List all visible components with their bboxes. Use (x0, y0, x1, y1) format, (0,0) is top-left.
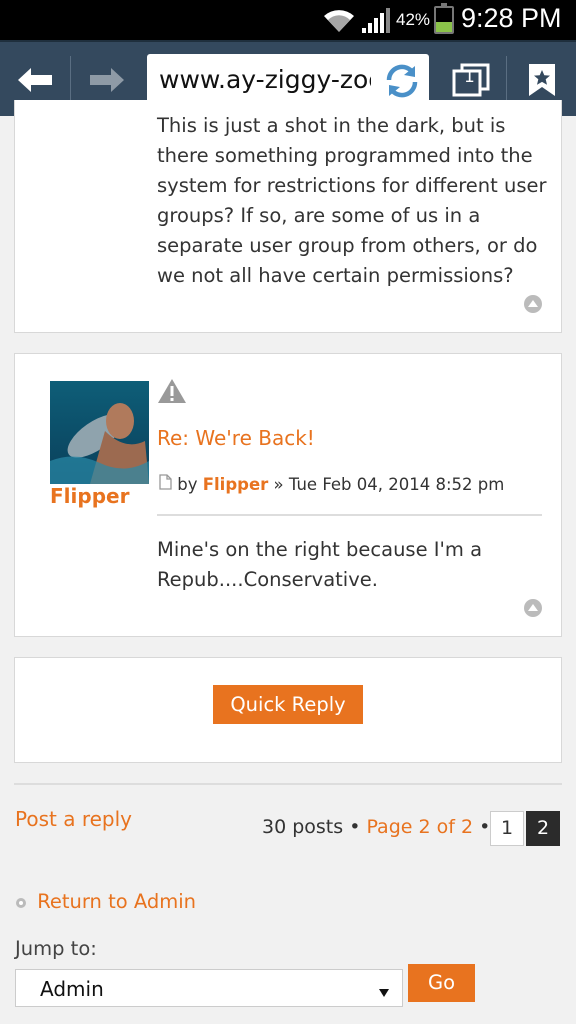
pagination-info: 30 posts • Page 2 of 2 • (262, 816, 490, 838)
clock: 9:28 PM (461, 3, 562, 33)
post-card: This is just a shot in the dark, but is … (14, 100, 562, 333)
wifi-icon (322, 6, 356, 38)
go-button[interactable]: Go (408, 964, 475, 1002)
back-to-top-icon[interactable] (523, 294, 543, 314)
post-title[interactable]: Re: We're Back! (157, 426, 315, 450)
status-bar: 42% 9:28 PM (0, 0, 576, 40)
return-to-admin-link[interactable]: Return to Admin (37, 890, 196, 913)
battery-icon (434, 3, 454, 34)
quick-reply-button[interactable]: Quick Reply (213, 685, 363, 724)
jump-to-label: Jump to: (15, 937, 97, 960)
post-author-link[interactable]: Flipper (203, 475, 269, 494)
tab-count: 1 (464, 67, 475, 87)
return-circle-icon (15, 891, 27, 914)
bullet: • (479, 816, 491, 838)
report-warning-icon[interactable] (157, 378, 187, 408)
bookmark-star-icon (529, 64, 555, 96)
return-link-row: Return to Admin (15, 890, 196, 914)
divider (14, 783, 562, 785)
post-by-label: by (177, 475, 198, 494)
post-meta: by Flipper » Tue Feb 04, 2014 8:52 pm (159, 474, 504, 494)
post-author[interactable]: Flipper (50, 484, 129, 508)
page-1-button[interactable]: 1 (490, 811, 524, 846)
post-reply-link[interactable]: Post a reply (15, 807, 132, 831)
posts-count: 30 posts • (262, 816, 361, 838)
post-content: Mine's on the right because I'm a Repub.… (157, 538, 483, 591)
divider (157, 514, 542, 516)
page-of-link[interactable]: Page 2 of 2 (366, 816, 473, 838)
post-date: » Tue Feb 04, 2014 8:52 pm (273, 475, 505, 494)
post-file-icon[interactable] (159, 474, 177, 494)
battery-percentage: 42% (396, 10, 431, 29)
page-2-current: 2 (526, 811, 560, 846)
quick-reply-panel: Quick Reply (14, 657, 562, 763)
back-to-top-icon[interactable] (523, 598, 543, 618)
forward-arrow-icon (90, 68, 124, 92)
back-arrow-icon (18, 68, 52, 92)
avatar[interactable] (50, 381, 149, 484)
signal-icon (360, 8, 392, 38)
jump-to-value: Admin (40, 977, 104, 1001)
jump-to-select[interactable]: Admin (15, 969, 403, 1007)
post-card: Flipper Re: We're Back! by Flipper » Tue… (14, 353, 562, 637)
url-text[interactable]: www.ay-ziggy-zoomba.com (159, 65, 371, 94)
dropdown-arrow-icon (378, 983, 390, 1002)
post-content: This is just a shot in the dark, but is … (157, 114, 547, 287)
